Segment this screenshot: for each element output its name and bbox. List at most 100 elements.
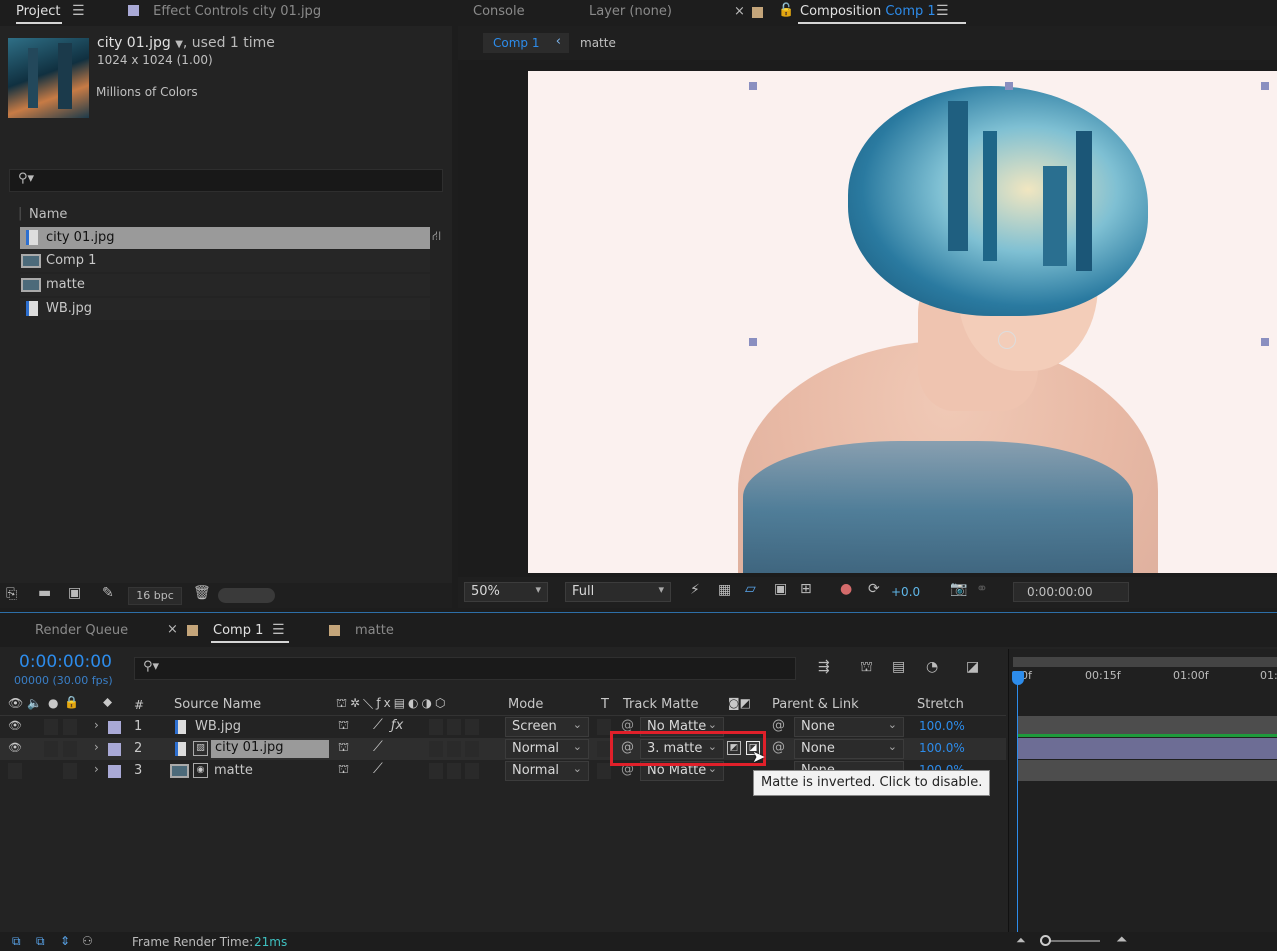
region-of-interest-icon[interactable]: ▣ (774, 581, 787, 597)
flowchart-icon[interactable]: ⛙ (432, 229, 441, 246)
show-snapshot-icon[interactable]: ⚭ (976, 581, 988, 597)
thumbnail-slider[interactable] (218, 588, 275, 603)
switch-cell[interactable] (465, 719, 479, 735)
switch-cell[interactable] (447, 741, 461, 757)
list-item[interactable]: WB.jpg (20, 298, 430, 320)
stretch-value[interactable]: 100.0% (919, 741, 965, 755)
eye-cell[interactable] (8, 763, 22, 779)
adjust-icon[interactable]: ✎ (102, 585, 114, 601)
trash-icon[interactable]: 🗑 (193, 585, 211, 601)
tab-composition[interactable]: Composition Comp 1 (798, 4, 966, 24)
layer-name[interactable]: WB.jpg (195, 719, 241, 734)
anchor-point-icon[interactable] (998, 331, 1016, 349)
switch-cell[interactable] (429, 719, 443, 735)
audio-cell[interactable] (44, 741, 58, 757)
list-item[interactable]: Comp 1 (20, 250, 430, 272)
breadcrumb-comp1[interactable]: Comp 1 ‹ (483, 33, 569, 53)
tab-timeline-matte[interactable]: matte (355, 623, 394, 638)
switch-cell[interactable] (429, 763, 443, 779)
list-item[interactable]: matte (20, 274, 430, 296)
shy-icon[interactable]: ⛫ (338, 762, 349, 778)
transform-handle[interactable] (1005, 82, 1013, 90)
eye-icon[interactable]: 👁 (8, 741, 22, 754)
track-bar[interactable] (1017, 738, 1277, 759)
shy-icon[interactable]: ⛫ (338, 740, 349, 756)
label-swatch[interactable] (108, 721, 121, 734)
parent-pickwhip-icon[interactable]: @ (772, 718, 785, 733)
parent-dropdown[interactable]: None ⌄ (794, 739, 904, 759)
audio-icon[interactable]: 🔈 (27, 696, 42, 710)
current-time[interactable]: 0:00:00:00 (19, 652, 112, 672)
render-time-icon[interactable]: ⚇ (82, 934, 93, 948)
draft-3d-icon[interactable]: ⛫ (860, 659, 873, 677)
switch-cell[interactable] (447, 763, 461, 779)
label-swatch[interactable] (108, 765, 121, 778)
comp-settings-icon[interactable]: ⧉ (12, 934, 21, 949)
layer-name[interactable]: city 01.jpg (211, 740, 329, 758)
timeline-search-input[interactable]: ⚲▾ (134, 657, 796, 680)
col-source-name[interactable]: Source Name (174, 697, 261, 712)
tab-timeline-comp1[interactable]: Comp 1 (211, 623, 290, 643)
mask-visibility-icon[interactable]: ▱ (745, 581, 756, 597)
playhead-handle[interactable] (1012, 671, 1024, 685)
track-bar[interactable] (1017, 760, 1277, 781)
viewer-canvas[interactable] (458, 60, 1277, 577)
reset-exposure-icon[interactable]: ⟳ (868, 581, 880, 597)
project-search-input[interactable]: ⚲▾ (9, 169, 443, 192)
close-icon[interactable]: × (167, 622, 178, 637)
transform-handle[interactable] (1261, 82, 1269, 90)
parent-pickwhip-icon[interactable]: @ (772, 740, 785, 755)
track-bar[interactable] (1017, 716, 1277, 737)
timeline-menu-icon[interactable]: ☰ (272, 622, 285, 638)
zoom-slider[interactable] (1040, 935, 1100, 946)
solo-cell[interactable] (63, 763, 77, 779)
zoom-in-icon[interactable]: ⏶ (1116, 932, 1127, 948)
new-folder-icon[interactable]: ▬ (38, 585, 51, 601)
solo-cell[interactable] (63, 719, 77, 735)
list-item[interactable]: city 01.jpg (20, 227, 430, 249)
parent-dropdown[interactable]: None ⌄ (794, 717, 904, 737)
col-track-matte[interactable]: Track Matte (623, 697, 699, 712)
dropdown-arrow-icon[interactable]: ▼ (175, 39, 183, 50)
snapshot-icon[interactable]: 📷 (950, 581, 967, 597)
label-icon[interactable]: ⬥ (103, 695, 112, 710)
toggle-pane-icon[interactable]: ⧉ (36, 934, 45, 949)
audio-cell[interactable] (44, 719, 58, 735)
twirl-icon[interactable]: › (94, 740, 99, 754)
transform-handle[interactable] (749, 82, 757, 90)
solo-cell[interactable] (63, 741, 77, 757)
tab-effect-controls[interactable]: Effect Controls city 01.jpg (128, 4, 321, 19)
tab-project[interactable]: Project (16, 4, 63, 24)
preserve-transparency-cell[interactable] (597, 763, 611, 779)
quality-icon[interactable]: ⟋ (373, 717, 383, 733)
transform-handle[interactable] (749, 338, 757, 346)
new-composition-icon[interactable]: ▣ (68, 585, 81, 601)
shy-icon[interactable]: ⛫ (338, 718, 349, 734)
eye-icon[interactable]: 👁 (8, 719, 22, 732)
exposure-value[interactable]: +0.0 (891, 585, 920, 599)
viewer-timecode[interactable]: 0:00:00:00 (1013, 582, 1129, 602)
tab-console[interactable]: Console (473, 4, 525, 19)
bpc-toggle[interactable]: 16 bpc (128, 587, 182, 605)
close-icon[interactable]: × (734, 4, 745, 19)
lock-icon[interactable]: 🔒 (64, 695, 79, 709)
mode-dropdown[interactable]: Normal ⌄ (505, 739, 589, 759)
fast-preview-icon[interactable]: ⚡ (690, 582, 700, 598)
zoom-out-icon[interactable]: ⏶ (1016, 933, 1026, 948)
switch-cell[interactable] (465, 741, 479, 757)
switch-cell[interactable] (447, 719, 461, 735)
col-name[interactable]: Name (29, 207, 67, 222)
transparency-grid-icon[interactable]: ▦ (718, 582, 731, 598)
in-out-icon[interactable]: ⇕ (60, 934, 70, 948)
quality-icon[interactable]: ⟋ (373, 761, 383, 777)
work-area-bar[interactable] (1013, 657, 1277, 667)
breadcrumb-matte[interactable]: matte (580, 36, 616, 50)
zoom-slider-thumb[interactable] (1040, 935, 1051, 946)
interpret-footage-icon[interactable]: ⎘ (6, 586, 17, 602)
switch-cell[interactable] (429, 741, 443, 757)
layer-row[interactable]: 👁 › 1 WB.jpg ⛫ ⟋ ƒx Screen ⌄ @ No Matte … (0, 716, 1006, 738)
layer-row[interactable]: 👁 › 2 ▨ city 01.jpg ⛫ ⟋ Normal ⌄ @ 3. ma… (0, 738, 1006, 760)
col-mode[interactable]: Mode (508, 697, 543, 712)
switch-cell[interactable] (465, 763, 479, 779)
eye-icon[interactable]: 👁 (8, 696, 23, 710)
